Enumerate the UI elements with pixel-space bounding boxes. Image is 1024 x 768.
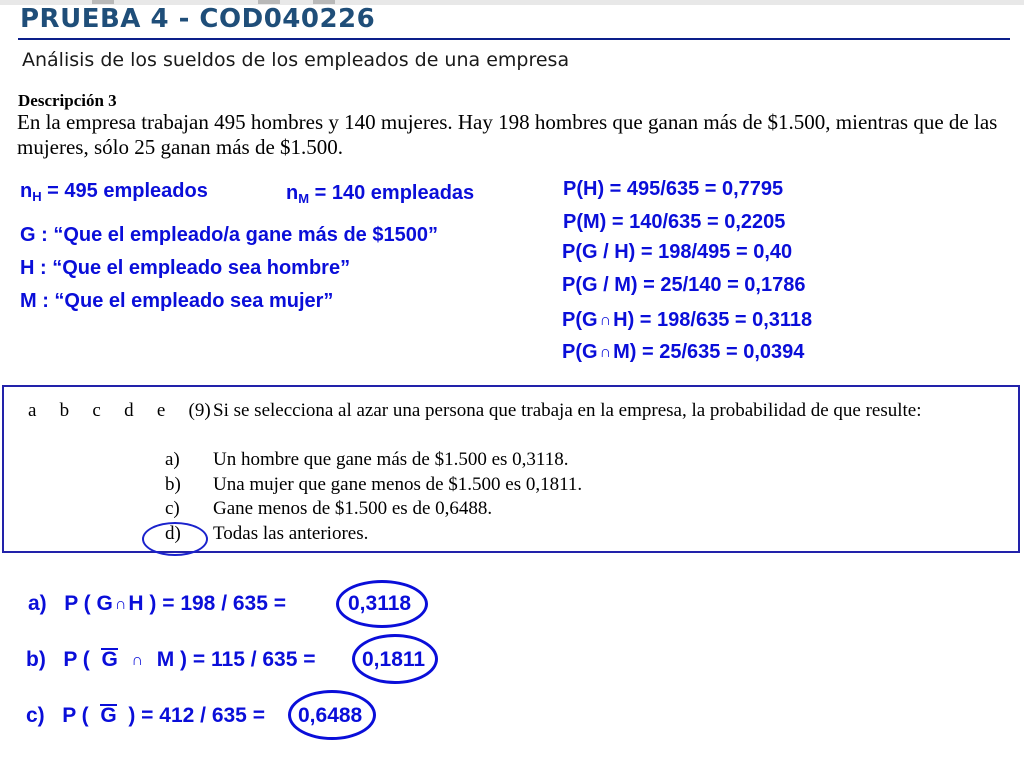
answer-b-expr-post: M ) = 115 / 635 = (156, 648, 316, 671)
page-subtitle: Análisis de los sueldos de los empleados… (22, 49, 570, 71)
option-b-text: Una mujer que gane menos de $1.500 es 0,… (213, 474, 583, 495)
prob-g-and-h: P(G ∩ H) = 198/635 = 0,3118 (562, 309, 812, 332)
answer-c: c) P ( G ) = 412 / 635 = (26, 704, 265, 728)
intersection-icon: ∩ (599, 312, 612, 329)
prob-g-and-m-post: M) = 25/635 = 0,0394 (613, 341, 805, 363)
option-b-letter: b) (165, 474, 181, 495)
option-c-text: Gane menos de $1.500 es de 0,6488. (213, 498, 493, 519)
answer-a-expr-pre: P ( G (64, 592, 113, 615)
option-a-text: Un hombre que gane más de $1.500 es 0,31… (213, 449, 569, 470)
n-mujeres: nM = 140 empleadas (286, 182, 475, 206)
prob-g-given-h: P(G / H) = 198/495 = 0,40 (562, 241, 793, 263)
event-g-definition: G : “Que el empleado/a gane más de $1500… (20, 224, 438, 246)
prob-g-and-h-post: H) = 198/635 = 0,3118 (613, 309, 813, 331)
option-d-text: Todas las anteriores. (213, 523, 369, 544)
n-mujeres-sub: M (298, 191, 310, 206)
prob-g-given-m: P(G / M) = 25/140 = 0,1786 (562, 274, 806, 296)
answer-c-label: c) (26, 704, 45, 727)
answer-b-expr-pre: P ( (63, 648, 90, 671)
n-mujeres-value: = 140 empleadas (309, 182, 475, 204)
prob-g-and-m: P(G ∩ M) = 25/635 = 0,0394 (562, 341, 804, 364)
answer-b-label: b) (26, 648, 46, 671)
answer-b-ring (352, 634, 438, 684)
prob-h: P(H) = 495/635 = 0,7795 (563, 178, 784, 200)
prob-m: P(M) = 140/635 = 0,2205 (563, 211, 786, 233)
answer-a-label: a) (28, 592, 47, 615)
page-title: PRUEBA 4 - COD040226 (20, 4, 376, 34)
n-hombres-sub: H (32, 189, 42, 204)
prob-g-and-m-pre: P(G (562, 341, 598, 363)
n-hombres-value: = 495 empleados (41, 180, 208, 202)
title-divider (18, 38, 1010, 40)
intersection-icon: ∩ (131, 652, 144, 669)
answer-choices-row: a b c d e (9) (28, 400, 211, 421)
n-hombres: nH = 495 empleados (20, 180, 208, 204)
g-complement: G (100, 704, 117, 727)
answer-a-expr-post: H ) = 198 / 635 = (128, 592, 286, 615)
event-m-definition: M : “Que el empleado sea mujer” (20, 290, 334, 312)
answer-a: a) P ( G ∩H ) = 198 / 635 = (28, 592, 286, 616)
answer-a-ring (336, 580, 428, 628)
question-box: a b c d e (9) Si se selecciona al azar u… (2, 385, 1020, 556)
event-h-definition: H : “Que el empleado sea hombre” (20, 257, 351, 279)
selected-option-circle (142, 522, 208, 556)
description-text: En la empresa trabajan 495 hombres y 140… (17, 110, 998, 159)
answer-c-ring (288, 690, 376, 740)
intersection-icon: ∩ (599, 344, 612, 361)
question-stem: Si se selecciona al azar una persona que… (213, 400, 922, 421)
prob-g-and-h-pre: P(G (562, 309, 598, 331)
option-c-letter: c) (165, 498, 180, 519)
description-heading: Descripción 3 (18, 91, 117, 110)
answer-b: b) P ( G ∩ M ) = 115 / 635 = (26, 648, 316, 672)
g-complement: G (101, 648, 118, 671)
answer-c-expr-pre: P ( (62, 704, 89, 727)
answer-c-expr-post: ) = 412 / 635 = (128, 704, 265, 727)
option-a-letter: a) (165, 449, 180, 470)
intersection-icon: ∩ (114, 596, 127, 613)
